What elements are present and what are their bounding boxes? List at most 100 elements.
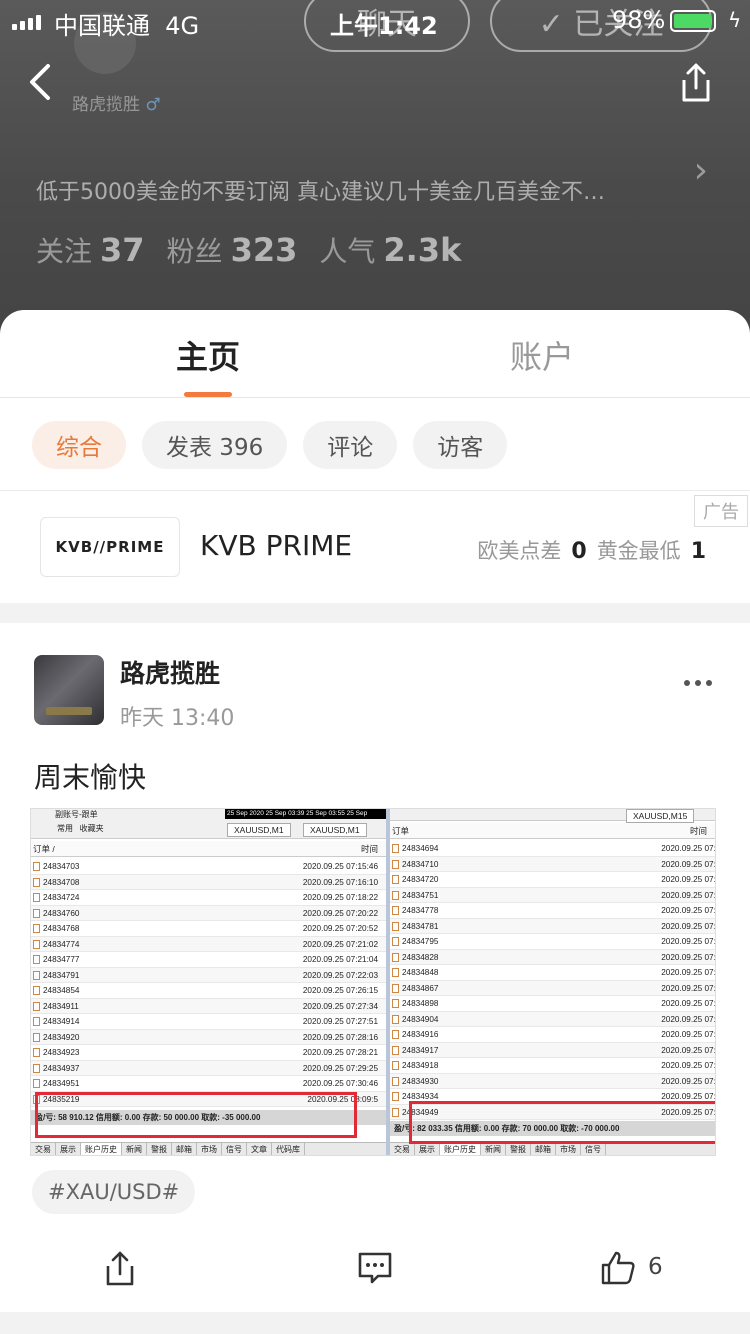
terminal-tab: 交易	[390, 1143, 415, 1155]
table-row: 24834828 2020.09.25 07:25	[390, 949, 716, 965]
order-time: 2020.09.25 07:18	[661, 875, 716, 884]
filter-posts[interactable]: 发表 396	[142, 421, 288, 469]
ad-banner[interactable]: 广告 KVB//PRIME KVB PRIME 欧美点差 0 黄金最低 1	[0, 491, 750, 603]
ad-meta: 欧美点差 0 黄金最低 1	[477, 539, 706, 564]
thumbs-up-icon[interactable]	[600, 1250, 636, 1286]
order-icon	[392, 1076, 399, 1086]
share-icon[interactable]	[676, 62, 716, 104]
terminal-tab: 警报	[506, 1143, 531, 1155]
back-arrow-icon[interactable]	[22, 62, 62, 102]
terminal-tab: 账户历史	[440, 1143, 481, 1155]
order-id: 24834917	[402, 1045, 439, 1055]
terminal-tab: 邮箱	[531, 1143, 556, 1155]
order-icon	[392, 999, 399, 1008]
order-icon	[33, 970, 40, 980]
order-icon	[33, 908, 40, 918]
order-id: 24834930	[402, 1076, 439, 1086]
order-id: 24834724	[43, 893, 80, 902]
terminal-tab: 账户历史	[81, 1143, 122, 1155]
table-row: 24834720 2020.09.25 07:18	[390, 872, 716, 888]
order-icon	[33, 924, 40, 933]
hashtag-chip[interactable]: #XAU/USD#	[32, 1170, 196, 1214]
order-time: 2020.09.25 07:25	[661, 952, 716, 962]
terminal-tab: 代码库	[272, 1143, 305, 1155]
comment-icon[interactable]	[356, 1250, 394, 1286]
share-icon[interactable]	[104, 1250, 136, 1288]
order-icon	[33, 1001, 40, 1011]
order-time: 2020.09.25 07:15:46	[302, 862, 378, 871]
table-row: 24834760 2020.09.25 07:20:22	[31, 905, 388, 921]
table-row: 24834854 2020.09.25 07:26:15	[31, 983, 388, 999]
order-icon	[33, 862, 40, 871]
order-id: 24834710	[402, 859, 439, 869]
post-avatar[interactable]	[34, 655, 104, 725]
order-id: 24834911	[43, 1001, 79, 1011]
terminal-tab: 市场	[197, 1143, 222, 1155]
order-time: 2020.09.25 07:21:02	[302, 939, 378, 949]
filter-comments[interactable]: 评论	[303, 421, 398, 469]
filter-all[interactable]: 综合	[32, 421, 126, 469]
order-time: 2020.09.25 07:28:21	[302, 1048, 378, 1057]
chevron-right-icon: ›	[693, 150, 708, 191]
table-row: 24834703 2020.09.25 07:15:46	[31, 859, 388, 875]
order-icon	[392, 1092, 399, 1101]
ad-title: KVB PRIME	[200, 529, 353, 562]
more-options-icon[interactable]	[684, 680, 712, 686]
tab-account[interactable]: 账户	[510, 332, 574, 378]
post-actions: 6	[0, 1246, 750, 1296]
table-row: 24834710 2020.09.25 07:16	[390, 856, 715, 872]
post-image[interactable]: 副账号-跟单 常用 收藏夹 25 Sep 2020 25 Sep 03:39 2…	[30, 808, 716, 1156]
table-row: 24834774 2020.09.25 07:21:02	[31, 936, 388, 952]
order-id: 24834768	[43, 924, 80, 933]
tab-bar: 主页 账户	[0, 310, 750, 398]
order-icon	[33, 893, 40, 902]
filter-visitors[interactable]: 访客	[413, 421, 508, 469]
order-id: 24834848	[402, 968, 439, 977]
order-time: 2020.09.25 07:18:22	[302, 893, 378, 902]
order-time: 2020.09.25 07:27:51	[302, 1017, 378, 1026]
order-icon	[33, 955, 40, 964]
order-time: 2020.09.25 07:26	[661, 968, 716, 977]
order-icon	[392, 1061, 399, 1070]
order-id: 24834937	[43, 1063, 80, 1073]
bio-row[interactable]: 低于5000美金的不要订阅 真心建议几十美金几百美金不… ›	[36, 150, 716, 206]
order-id: 24834795	[402, 937, 439, 946]
order-time: 2020.09.25 07:27	[661, 1014, 716, 1024]
stat-followers[interactable]: 粉丝 323	[167, 230, 298, 270]
order-id: 24834777	[43, 955, 80, 964]
terminal-tab: 新闻	[481, 1143, 506, 1155]
order-id: 24834694	[402, 844, 439, 853]
order-id: 24834720	[402, 875, 439, 884]
terminal-tab: 文章	[247, 1143, 272, 1155]
order-icon	[392, 1107, 399, 1117]
post-author[interactable]: 路虎揽胜	[120, 654, 220, 690]
signal-icon	[12, 12, 41, 30]
table-row: 24834898 2020.09.25 07:27	[390, 996, 715, 1012]
order-icon	[392, 921, 399, 931]
order-id: 24834854	[43, 986, 80, 995]
bottom-gap	[0, 1312, 750, 1334]
order-icon	[392, 1030, 399, 1039]
order-icon	[33, 1017, 40, 1026]
order-time: 2020.09.25 07:20:52	[302, 924, 378, 933]
like-count: 6	[648, 1254, 663, 1280]
stat-following[interactable]: 关注 37	[36, 230, 145, 270]
male-icon: ♂	[145, 95, 161, 115]
tab-home[interactable]: 主页	[176, 332, 240, 378]
table-row: 24834751 2020.09.25 07:19	[390, 887, 715, 903]
terminal-tab: 市场	[556, 1143, 581, 1155]
kvb-logo: KVB//PRIME	[40, 517, 180, 577]
terminal-tab: 展示	[415, 1143, 440, 1155]
order-time: 2020.09.25 07:22:03	[302, 970, 378, 980]
order-time: 2020.09.25 07:28:16	[302, 1032, 378, 1042]
order-id: 24834708	[43, 877, 80, 887]
terminal-tab: 警报	[147, 1143, 172, 1155]
bio-text: 低于5000美金的不要订阅 真心建议几十美金几百美金不…	[36, 180, 605, 205]
order-time: 2020.09.25 07:16:10	[302, 877, 378, 887]
tab-indicator	[184, 392, 232, 397]
order-id: 24834923	[43, 1048, 80, 1057]
order-icon	[392, 937, 399, 946]
order-time: 2020.09.25 07:20:22	[302, 908, 378, 918]
order-id: 24834916	[402, 1030, 439, 1039]
filter-chips: 综合 发表 396 评论 访客	[32, 421, 508, 469]
